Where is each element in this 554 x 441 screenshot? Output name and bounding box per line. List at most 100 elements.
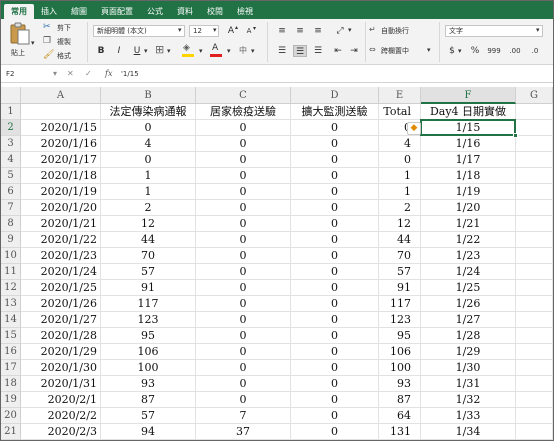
table-cell-f[interactable]: 1/22	[421, 232, 516, 248]
row-header[interactable]: 4	[1, 152, 21, 168]
table-cell-e[interactable]: 95	[379, 328, 421, 344]
table-cell-d[interactable]: 0	[291, 392, 379, 408]
copy-button[interactable]: ❐ 複製	[43, 36, 77, 48]
table-cell-e[interactable]: 100	[379, 360, 421, 376]
table-cell-c[interactable]: 0	[196, 280, 291, 296]
table-cell-a[interactable]: 2020/1/20	[21, 200, 101, 216]
name-box-dropdown-icon[interactable]: ▾	[53, 68, 57, 80]
empty-cell[interactable]	[516, 200, 553, 216]
table-cell-b[interactable]: 70	[101, 248, 196, 264]
align-left-icon[interactable]: ☰	[275, 45, 289, 57]
table-cell-d[interactable]: 0	[291, 360, 379, 376]
empty-cell[interactable]	[516, 408, 553, 424]
row-header[interactable]: 1	[1, 104, 21, 120]
table-cell-a[interactable]: 2020/1/23	[21, 248, 101, 264]
row-header[interactable]: 2	[1, 120, 21, 136]
empty-cell[interactable]	[516, 360, 553, 376]
align-right-icon[interactable]: ☰	[311, 45, 325, 57]
currency-format-button[interactable]: $	[447, 45, 457, 57]
row-header[interactable]: 11	[1, 264, 21, 280]
confirm-entry-icon[interactable]: ✓	[85, 68, 92, 80]
empty-cell[interactable]	[516, 312, 553, 328]
table-cell-b[interactable]: 1	[101, 168, 196, 184]
table-cell-d[interactable]: 0	[291, 136, 379, 152]
font-color-dropdown-icon[interactable]: ▾	[227, 47, 231, 55]
table-cell-f[interactable]: 1/28	[421, 328, 516, 344]
cut-button[interactable]: ✂ 剪下	[43, 22, 77, 34]
table-cell-d[interactable]: 0	[291, 280, 379, 296]
number-format-select[interactable]: 文字	[445, 25, 543, 37]
empty-cell[interactable]	[516, 104, 553, 120]
table-cell-b[interactable]: 95	[101, 328, 196, 344]
row-header[interactable]: 13	[1, 296, 21, 312]
row-header[interactable]: 6	[1, 184, 21, 200]
increase-indent-icon[interactable]: ⇥	[347, 45, 361, 57]
table-cell-c[interactable]: 0	[196, 344, 291, 360]
table-cell-c[interactable]: 0	[196, 328, 291, 344]
table-cell-e[interactable]: 57	[379, 264, 421, 280]
empty-cell[interactable]	[516, 376, 553, 392]
table-cell-a[interactable]: 2020/1/26	[21, 296, 101, 312]
table-cell-a[interactable]: 2020/1/22	[21, 232, 101, 248]
worksheet-grid[interactable]: A B C D E F G 1 法定傳染病通報 居家檢疫送驗 擴大監測送驗 Total Day4 日期實…	[1, 87, 553, 440]
row-header[interactable]: 21	[1, 424, 21, 440]
row-header[interactable]: 16	[1, 344, 21, 360]
number-format-dropdown-icon[interactable]: ▾	[536, 26, 540, 34]
fill-handle[interactable]	[513, 133, 518, 138]
empty-cell[interactable]	[516, 120, 553, 136]
table-cell-c[interactable]: 0	[196, 376, 291, 392]
table-cell-d[interactable]: 0	[291, 312, 379, 328]
table-cell-b[interactable]: 57	[101, 264, 196, 280]
table-cell-d[interactable]: 0	[291, 328, 379, 344]
table-cell-b[interactable]: 12	[101, 216, 196, 232]
format-painter-button[interactable]: 🖌 格式	[43, 50, 77, 62]
table-cell-f[interactable]: 1/23	[421, 248, 516, 264]
bold-button[interactable]: B	[95, 45, 107, 57]
select-all-corner[interactable]	[1, 87, 21, 104]
row-header[interactable]: 14	[1, 312, 21, 328]
table-cell-e[interactable]: 1	[379, 168, 421, 184]
tab-formulas[interactable]: 公式	[140, 4, 170, 19]
align-center-icon[interactable]: ☰	[293, 45, 307, 57]
align-bottom-icon[interactable]: ≡	[311, 25, 325, 37]
table-cell-b[interactable]: 2	[101, 200, 196, 216]
table-cell-b[interactable]: 117	[101, 296, 196, 312]
row-header[interactable]: 15	[1, 328, 21, 344]
table-cell-b[interactable]: 57	[101, 408, 196, 424]
underline-dropdown-icon[interactable]: ▾	[144, 47, 148, 55]
table-cell-f[interactable]: 1/18	[421, 168, 516, 184]
empty-cell[interactable]	[516, 264, 553, 280]
empty-cell[interactable]	[516, 392, 553, 408]
row-header[interactable]: 10	[1, 248, 21, 264]
borders-dropdown-icon[interactable]: ▾	[167, 47, 171, 55]
table-cell-a[interactable]: 2020/1/18	[21, 168, 101, 184]
name-box[interactable]: F2	[3, 68, 51, 80]
fill-color-button[interactable]: ◈	[181, 43, 197, 59]
table-cell-c[interactable]: 7	[196, 408, 291, 424]
header-cell-e[interactable]: Total	[379, 104, 421, 120]
phonetic-guide-icon[interactable]: 中	[239, 45, 247, 56]
table-cell-d[interactable]: 0	[291, 168, 379, 184]
table-cell-d[interactable]: 0	[291, 264, 379, 280]
table-cell-f[interactable]: 1/32	[421, 392, 516, 408]
empty-cell[interactable]	[516, 296, 553, 312]
header-cell-d[interactable]: 擴大監測送驗	[291, 104, 379, 120]
table-cell-a[interactable]: 2020/1/31	[21, 376, 101, 392]
table-cell-f[interactable]: 1/29	[421, 344, 516, 360]
font-name-dropdown-icon[interactable]: ▾	[178, 26, 182, 34]
table-cell-b[interactable]: 0	[101, 152, 196, 168]
table-cell-f[interactable]: 1/21	[421, 216, 516, 232]
table-cell-f[interactable]: 1/31	[421, 376, 516, 392]
tab-home[interactable]: 常用	[4, 4, 34, 19]
table-cell-c[interactable]: 0	[196, 248, 291, 264]
table-cell-a[interactable]: 2020/1/25	[21, 280, 101, 296]
column-header-d[interactable]: D	[291, 87, 379, 104]
paste-button[interactable]: 貼上	[7, 22, 33, 60]
table-cell-d[interactable]: 0	[291, 232, 379, 248]
table-cell-d[interactable]: 0	[291, 344, 379, 360]
tab-view[interactable]: 檢視	[230, 4, 260, 19]
row-header[interactable]: 7	[1, 200, 21, 216]
table-cell-e[interactable]: 117	[379, 296, 421, 312]
table-cell-f[interactable]: 1/33	[421, 408, 516, 424]
table-cell-b[interactable]: 1	[101, 184, 196, 200]
